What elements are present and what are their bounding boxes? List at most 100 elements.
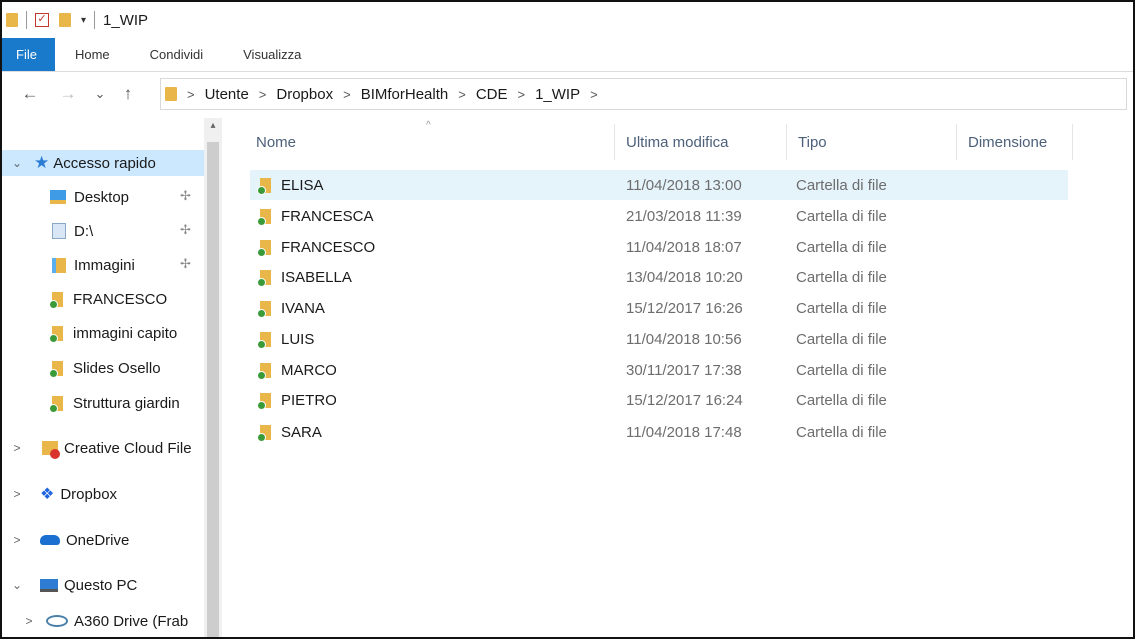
onedrive-icon: [40, 535, 60, 545]
sort-indicator-icon: ^: [426, 120, 431, 131]
folder-icon: [257, 177, 271, 195]
file-name: PIETRO: [281, 391, 337, 409]
chevron-down-icon[interactable]: ⌄: [10, 156, 24, 170]
file-name-cell: SARA: [257, 417, 322, 447]
sidebar-item-accesso-rapido[interactable]: ⌄ ★ Accesso rapido: [2, 150, 204, 176]
file-modified: 13/04/2018 10:20: [626, 268, 743, 286]
sidebar-item-struttura-giardin[interactable]: Struttura giardin: [49, 390, 180, 416]
tab-home[interactable]: Home: [55, 38, 130, 71]
ribbon: File Home Condividi Visualizza: [2, 38, 1133, 72]
breadcrumb-separator[interactable]: >: [259, 87, 267, 102]
table-row[interactable]: FRANCESCA 21/03/2018 11:39 Cartella di f…: [250, 201, 1068, 231]
folder-icon: [257, 269, 271, 287]
chevron-right-icon[interactable]: >: [10, 487, 24, 501]
recent-locations-button[interactable]: ⌄: [86, 86, 114, 102]
table-row[interactable]: ELISA 11/04/2018 13:00 Cartella di file: [250, 170, 1068, 200]
folder-icon: [257, 239, 271, 257]
pin-icon[interactable]: ✢: [180, 222, 191, 238]
file-name: ISABELLA: [281, 268, 352, 286]
file-type: Cartella di file: [796, 299, 887, 317]
tab-visualizza[interactable]: Visualizza: [223, 38, 321, 71]
tab-file[interactable]: File: [2, 38, 55, 71]
tab-condividi[interactable]: Condividi: [130, 38, 223, 71]
table-row[interactable]: IVANA 15/12/2017 16:26 Cartella di file: [250, 293, 1068, 323]
properties-icon[interactable]: ✓: [35, 13, 49, 27]
sidebar-item-drive-d[interactable]: D:\: [52, 218, 93, 244]
sidebar-item-label: Desktop: [74, 188, 130, 206]
folder-icon: [257, 300, 271, 318]
sidebar-item-dropbox[interactable]: > ❖ Dropbox: [2, 481, 117, 507]
forward-button[interactable]: →: [54, 84, 82, 104]
table-row[interactable]: ISABELLA 13/04/2018 10:20 Cartella di fi…: [250, 262, 1068, 292]
breadcrumb-bimforhealth[interactable]: BIMforHealth: [361, 86, 449, 103]
sidebar-item-onedrive[interactable]: > OneDrive: [2, 527, 129, 553]
sidebar-item-slides-osello[interactable]: Slides Osello: [49, 355, 161, 381]
pin-icon[interactable]: ✢: [180, 256, 191, 272]
sidebar-item-label: FRANCESCO: [73, 290, 168, 308]
table-row[interactable]: FRANCESCO 11/04/2018 18:07 Cartella di f…: [250, 232, 1068, 262]
chevron-right-icon[interactable]: >: [10, 533, 24, 547]
file-modified: 11/04/2018 17:48: [626, 423, 742, 441]
table-row[interactable]: SARA 11/04/2018 17:48 Cartella di file: [250, 417, 1068, 447]
a360-icon: [46, 615, 68, 627]
new-folder-icon[interactable]: [59, 13, 71, 27]
creative-cloud-icon: [42, 441, 60, 459]
pin-icon[interactable]: ✢: [180, 188, 191, 204]
sidebar-item-francesco[interactable]: FRANCESCO: [49, 286, 168, 312]
address-bar[interactable]: > Utente > Dropbox > BIMforHealth > CDE …: [160, 78, 1127, 110]
star-icon: ★: [34, 153, 50, 172]
column-header-modified[interactable]: Ultima modifica: [626, 124, 729, 160]
divider: [94, 11, 96, 29]
breadcrumb-separator[interactable]: >: [343, 87, 351, 102]
column-header-size[interactable]: Dimensione: [968, 124, 1047, 160]
chevron-right-icon[interactable]: >: [22, 614, 36, 628]
sidebar-item-questo-pc[interactable]: ⌄ Questo PC: [2, 572, 137, 598]
sidebar-item-immagini-capito[interactable]: immagini capito: [49, 320, 178, 346]
scroll-thumb[interactable]: [207, 142, 219, 637]
file-list: ^ Nome Ultima modifica Tipo Dimensione E…: [228, 118, 1133, 637]
file-explorer-window: ✓ ▾ 1_WIP File Home Condividi Visualizza…: [0, 0, 1135, 639]
scroll-up-button[interactable]: ▴: [204, 120, 222, 138]
chevron-right-icon[interactable]: >: [10, 441, 24, 455]
table-row[interactable]: MARCO 30/11/2017 17:38 Cartella di file: [250, 355, 1068, 385]
file-type: Cartella di file: [796, 423, 887, 441]
sidebar-item-desktop[interactable]: Desktop: [50, 184, 129, 210]
breadcrumb-separator[interactable]: >: [458, 87, 466, 102]
quick-access-dropdown[interactable]: ▾: [81, 15, 86, 26]
breadcrumb-utente[interactable]: Utente: [205, 86, 249, 103]
sidebar-item-label: Creative Cloud File: [64, 439, 192, 457]
sidebar-item-label: immagini capito: [73, 324, 178, 342]
breadcrumb-separator[interactable]: >: [590, 87, 598, 102]
sidebar-item-a360-drive[interactable]: > A360 Drive (Frab: [14, 608, 188, 634]
back-button[interactable]: ←: [16, 84, 44, 104]
breadcrumb-dropbox[interactable]: Dropbox: [276, 86, 333, 103]
table-row[interactable]: LUIS 11/04/2018 10:56 Cartella di file: [250, 324, 1068, 354]
table-row[interactable]: PIETRO 15/12/2017 16:24 Cartella di file: [250, 385, 1068, 415]
sidebar-item-creative-cloud[interactable]: > Creative Cloud File: [2, 435, 192, 461]
pictures-icon: [52, 257, 66, 273]
column-divider[interactable]: [1072, 124, 1073, 160]
breadcrumb-1-wip[interactable]: 1_WIP: [535, 86, 580, 103]
file-name-cell: MARCO: [257, 355, 337, 385]
breadcrumb-cde[interactable]: CDE: [476, 86, 508, 103]
folder-icon: [49, 395, 63, 413]
column-divider[interactable]: [614, 124, 615, 160]
column-divider[interactable]: [786, 124, 787, 160]
file-name-cell: ELISA: [257, 170, 324, 200]
file-type: Cartella di file: [796, 207, 887, 225]
breadcrumb-separator: >: [187, 86, 195, 102]
folder-icon: [257, 424, 271, 442]
column-divider[interactable]: [956, 124, 957, 160]
up-button[interactable]: ↑: [114, 84, 142, 104]
folder-icon: [49, 325, 63, 343]
chevron-down-icon[interactable]: ⌄: [10, 578, 24, 592]
column-header-type[interactable]: Tipo: [798, 124, 827, 160]
sidebar-item-label: Slides Osello: [73, 359, 161, 377]
sidebar-item-immagini[interactable]: Immagini: [52, 252, 135, 278]
file-modified: 21/03/2018 11:39: [626, 207, 742, 225]
divider: [26, 11, 27, 29]
breadcrumb-separator[interactable]: >: [518, 87, 526, 102]
title-bar: ✓ ▾ 1_WIP: [2, 2, 1133, 38]
folder-icon: [49, 291, 63, 309]
column-header-name[interactable]: Nome: [256, 124, 296, 160]
